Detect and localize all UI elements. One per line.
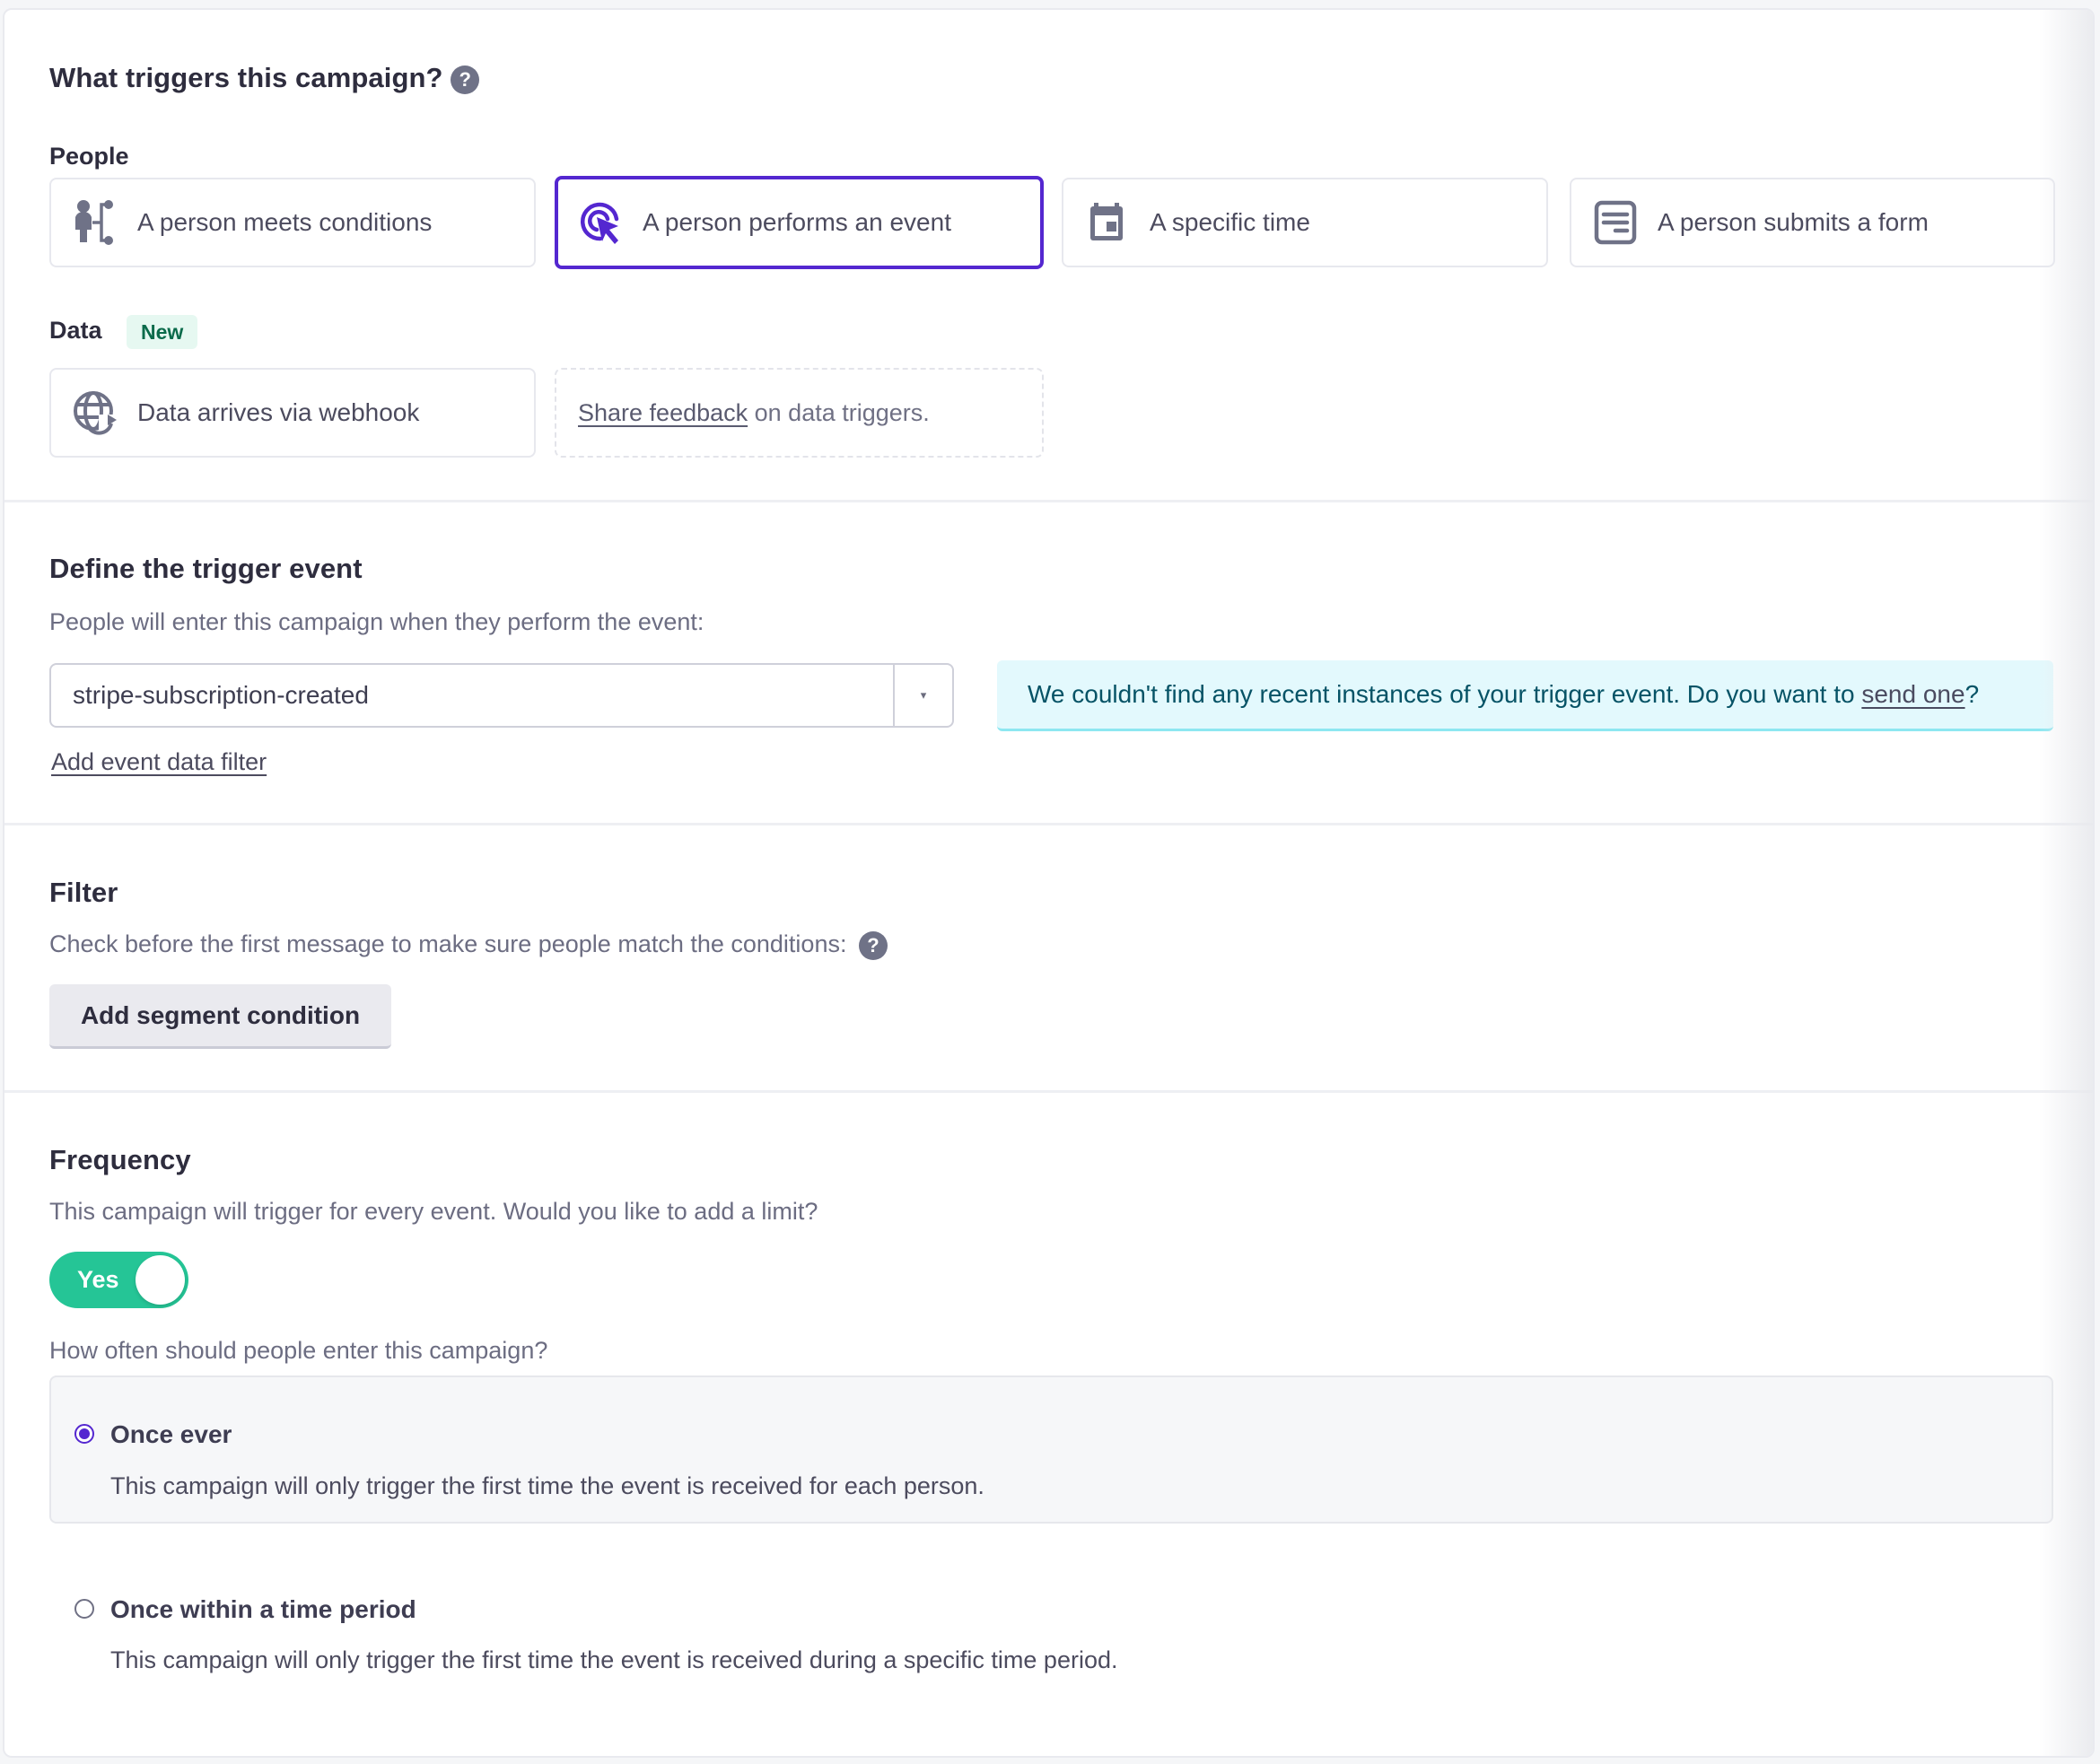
option-title: Once within a time period [110, 1595, 416, 1623]
frequency-option-once-within-period[interactable]: Once within a time period This campaign … [49, 1553, 2053, 1697]
cursor-click-icon [576, 198, 625, 247]
alert-suffix: ? [1964, 680, 1980, 708]
section-divider [4, 1090, 2093, 1093]
no-recent-events-alert: We couldn't find any recent instances of… [997, 660, 2053, 731]
section-divider [4, 823, 2093, 825]
frequency-subtitle: This campaign will trigger for every eve… [49, 1198, 818, 1225]
add-segment-condition-button[interactable]: Add segment condition [49, 984, 391, 1049]
section-divider [4, 500, 2093, 502]
alert-text: We couldn't find any recent instances of… [1028, 680, 1862, 708]
add-event-data-filter-link[interactable]: Add event data filter [51, 748, 267, 776]
option-description: This campaign will only trigger the firs… [110, 1472, 984, 1499]
question-circle-icon[interactable]: ? [858, 930, 888, 960]
feedback-text: on data triggers. [748, 398, 930, 426]
trigger-option-webhook[interactable]: Data arrives via webhook [49, 368, 536, 458]
trigger-option-label: Data arrives via webhook [137, 398, 420, 426]
trigger-option-label: A person performs an event [643, 208, 951, 236]
question-circle-icon[interactable]: ? [451, 65, 480, 94]
trigger-option-person-meets-conditions[interactable]: A person meets conditions [49, 178, 536, 267]
option-title: Once ever [110, 1420, 232, 1448]
trigger-event-subtitle: People will enter this campaign when the… [49, 608, 704, 635]
filter-subtitle-row: Check before the first message to make s… [49, 930, 888, 960]
event-name-value: stripe-subscription-created [73, 681, 369, 709]
frequency-limit-toggle[interactable]: Yes [49, 1252, 188, 1308]
toggle-label: Yes [77, 1266, 119, 1293]
new-badge: New [127, 315, 198, 349]
chevron-down-icon[interactable]: ▾ [893, 665, 952, 726]
people-label: People [49, 143, 129, 170]
calendar-icon [1083, 198, 1132, 247]
form-icon [1591, 198, 1640, 247]
trigger-event-title: Define the trigger event [49, 553, 363, 584]
data-label: Data [49, 317, 102, 344]
frequency-option-once-ever[interactable]: Once ever This campaign will only trigge… [49, 1375, 2053, 1524]
once-ever-radio[interactable] [74, 1424, 94, 1444]
event-name-select[interactable]: stripe-subscription-created ▾ [49, 663, 954, 728]
person-branch-icon [71, 198, 119, 247]
frequency-title: Frequency [49, 1144, 191, 1175]
filter-subtitle: Check before the first message to make s… [49, 930, 847, 957]
trigger-option-submits-form[interactable]: A person submits a form [1570, 178, 2055, 267]
trigger-option-label: A specific time [1150, 208, 1310, 236]
feedback-box: Share feedback on data triggers. [555, 368, 1044, 458]
send-one-link[interactable]: send one [1861, 680, 1964, 708]
share-feedback-link[interactable]: Share feedback [578, 399, 748, 427]
trigger-option-specific-time[interactable]: A specific time [1062, 178, 1548, 267]
campaign-trigger-panel: What triggers this campaign? ? People A … [3, 8, 2095, 1758]
trigger-option-label: A person submits a form [1658, 208, 1929, 236]
triggers-title: What triggers this campaign? [49, 62, 443, 93]
frequency-question: How often should people enter this campa… [49, 1337, 548, 1364]
once-within-period-radio[interactable] [74, 1599, 94, 1619]
option-description: This campaign will only trigger the firs… [110, 1646, 1118, 1673]
toggle-knob [136, 1255, 185, 1305]
trigger-option-person-performs-event[interactable]: A person performs an event [555, 176, 1044, 269]
filter-title: Filter [49, 877, 118, 908]
triggers-section: What triggers this campaign? ? [49, 62, 480, 94]
globe-sync-icon [71, 389, 119, 437]
trigger-option-label: A person meets conditions [137, 208, 433, 236]
